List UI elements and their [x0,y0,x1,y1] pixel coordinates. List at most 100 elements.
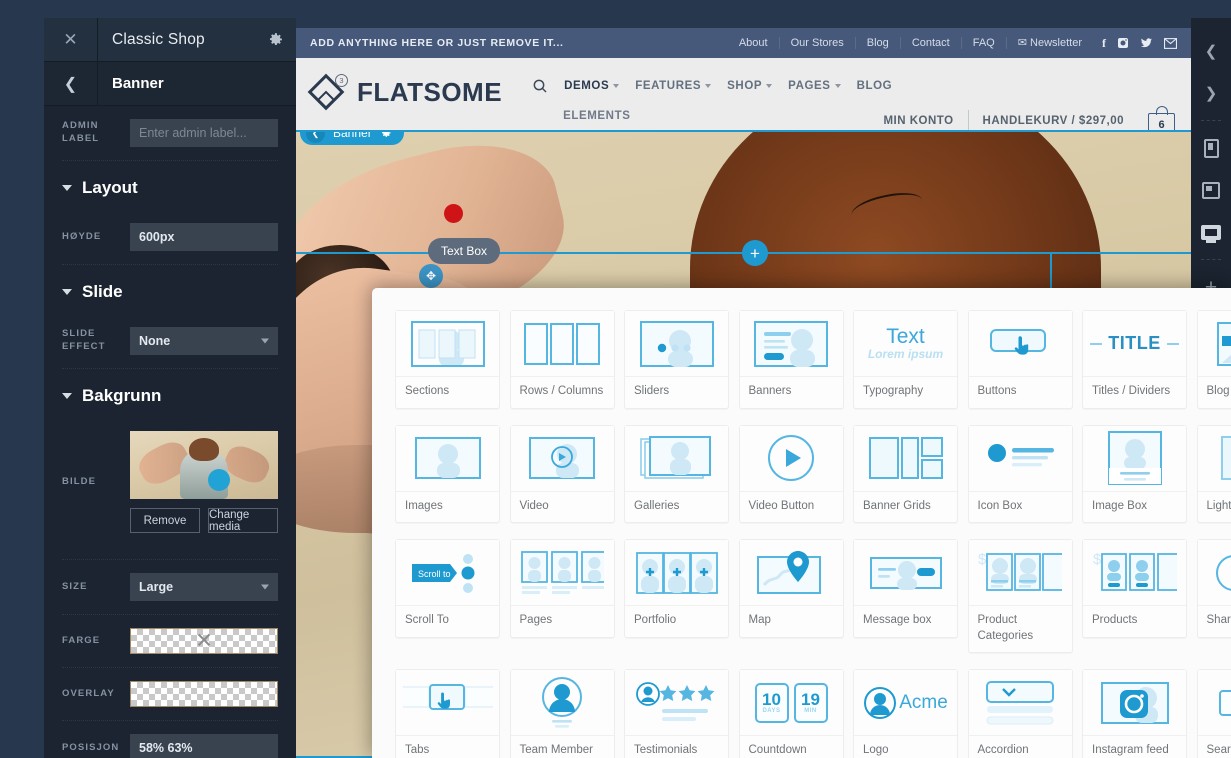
element-tile-rows-columns[interactable]: Rows / Columns [510,310,615,409]
element-tile-search[interactable]: Search [1197,669,1231,758]
size-select[interactable]: Large [130,573,278,601]
element-label: Banners [740,377,843,408]
clear-color-icon[interactable]: ✕ [195,631,213,652]
customizer-title: Classic Shop [98,31,254,49]
nav-label: BLOG [857,80,893,92]
mobile-view-button[interactable] [1191,127,1231,169]
element-label: Lightbox [1198,492,1231,523]
element-tile-banner-grids[interactable]: Banner Grids [853,425,958,524]
height-value: 600px [139,230,174,244]
gear-icon[interactable] [254,18,296,62]
farge-color-swatch[interactable]: ✕ [130,628,278,654]
element-tile-pages[interactable]: Pages [510,539,615,638]
element-tile-share-icons[interactable]: Share icons [1197,539,1231,638]
search-icon[interactable] [532,78,548,94]
slide-effect-select[interactable]: None [130,327,278,355]
element-tile-image-box[interactable]: Image Box [1082,425,1187,524]
nav-item-features[interactable]: FEATURES [635,80,711,92]
topbar-link-about[interactable]: About [728,37,780,49]
element-tile-map[interactable]: Map [739,539,844,638]
move-icon[interactable]: ✥ [419,264,443,288]
facebook-icon[interactable]: f [1102,37,1106,49]
my-account-link[interactable]: MIN KONTO [869,115,967,127]
chevron-down-icon [62,289,72,295]
section-bakgrunn[interactable]: Bakgrunn [62,369,278,418]
posisjon-input[interactable]: 58% 63% [130,734,278,758]
element-tile-video-button[interactable]: Video Button [739,425,844,524]
nav-item-pages[interactable]: PAGES [788,80,840,92]
overlay-color-swatch[interactable] [130,681,278,707]
twitter-icon[interactable] [1140,37,1153,49]
element-label: Blog [1198,377,1231,408]
next-button[interactable]: ❯ [1191,72,1231,114]
element-label: Scroll To [396,606,499,637]
prev-button[interactable]: ❮ [1191,30,1231,72]
instagram-icon[interactable] [1117,37,1129,49]
element-tile-images[interactable]: Images [395,425,500,524]
topbar-link-newsletter[interactable]: ✉ Newsletter [1007,37,1093,49]
element-tile-countdown[interactable]: 10 DAYS 19 MIN Countdown [739,669,844,758]
element-tile-team-member[interactable]: Team Member [510,669,615,758]
element-tile-galleries[interactable]: Galleries [624,425,729,524]
element-tile-testimonials[interactable]: Testimonials [624,669,729,758]
chevron-down-icon [766,84,772,88]
element-tile-logo[interactable]: Acme Logo [853,669,958,758]
topbar-link-our-stores[interactable]: Our Stores [780,37,856,49]
element-label: Images [396,492,499,523]
element-tile-tabs[interactable]: Tabs [395,669,500,758]
email-icon[interactable] [1164,38,1177,49]
element-tile-products[interactable]: $ Products [1082,539,1187,638]
admin-label-input[interactable] [130,119,278,147]
cart-link[interactable]: HANDLEKURV / $297,00 [969,115,1138,127]
element-label: Search [1198,736,1231,758]
element-tile-portfolio[interactable]: Portfolio [624,539,729,638]
element-tile-sections[interactable]: Sections [395,310,500,409]
topbar-link-faq[interactable]: FAQ [962,37,1007,49]
site-logo[interactable]: 3 FLATSOME [312,74,502,110]
height-input[interactable]: 600px [130,223,278,251]
topbar-link-blog[interactable]: Blog [856,37,901,49]
element-tile-buttons[interactable]: Buttons [968,310,1073,409]
desktop-view-button[interactable] [1191,211,1231,253]
nav-item-shop[interactable]: SHOP [727,80,772,92]
close-icon[interactable]: ✕ [44,18,98,62]
topbar-link-contact[interactable]: Contact [901,37,962,49]
change-media-button[interactable]: Change media [208,508,278,533]
countdown-min-value: 19 [801,691,820,708]
element-tile-instagram-feed[interactable]: Instagram feed [1082,669,1187,758]
chevron-down-icon [835,84,841,88]
element-tile-icon-box[interactable]: Icon Box [968,425,1073,524]
element-tile-titles-dividers[interactable]: TITLE Titles / Dividers [1082,310,1187,409]
element-tile-accordion[interactable]: Accordion [968,669,1073,758]
element-tile-typography[interactable]: Text Lorem ipsum Typography [853,310,958,409]
customizer-panel: ✕ Classic Shop ❮ Banner ADMIN LABEL [44,18,296,758]
banner-element-chip[interactable]: ❮ Banner [300,130,404,145]
nav-item-demos[interactable]: DEMOS [564,80,619,92]
element-tile-scroll-to[interactable]: Scroll to Scroll To [395,539,500,638]
background-image-thumbnail[interactable] [130,431,278,499]
tablet-view-button[interactable] [1191,169,1231,211]
element-tile-lightbox[interactable]: Lightbox [1197,425,1231,524]
element-tile-video[interactable]: Video [510,425,615,524]
element-tile-sliders[interactable]: Sliders [624,310,729,409]
divider [1201,120,1221,121]
gear-icon[interactable] [380,130,392,139]
element-tile-message-box[interactable]: Message box [853,539,958,638]
element-tile-product-categories[interactable]: $ Product Categories [968,539,1073,653]
chevron-up-icon[interactable]: ❮ [306,130,325,143]
element-tile-blog[interactable]: Blog [1197,310,1231,409]
element-tile-banners[interactable]: Banners [739,310,844,409]
nav-item-blog[interactable]: BLOG [857,80,893,92]
section-layout[interactable]: Layout [62,161,278,210]
nav-item-elements[interactable]: ELEMENTS [563,110,630,122]
typography-art-text: Text [868,326,943,348]
section-slide[interactable]: Slide [62,265,278,314]
chevron-left-icon[interactable]: ❮ [44,62,98,106]
remove-media-button[interactable]: Remove [130,508,200,533]
plus-icon[interactable]: + [742,240,768,266]
svg-text:$: $ [978,551,987,568]
galleries-icon [625,426,728,492]
chevron-down-icon [613,84,619,88]
bilde-label: BILDE [62,476,130,489]
element-label: Typography [854,377,957,408]
